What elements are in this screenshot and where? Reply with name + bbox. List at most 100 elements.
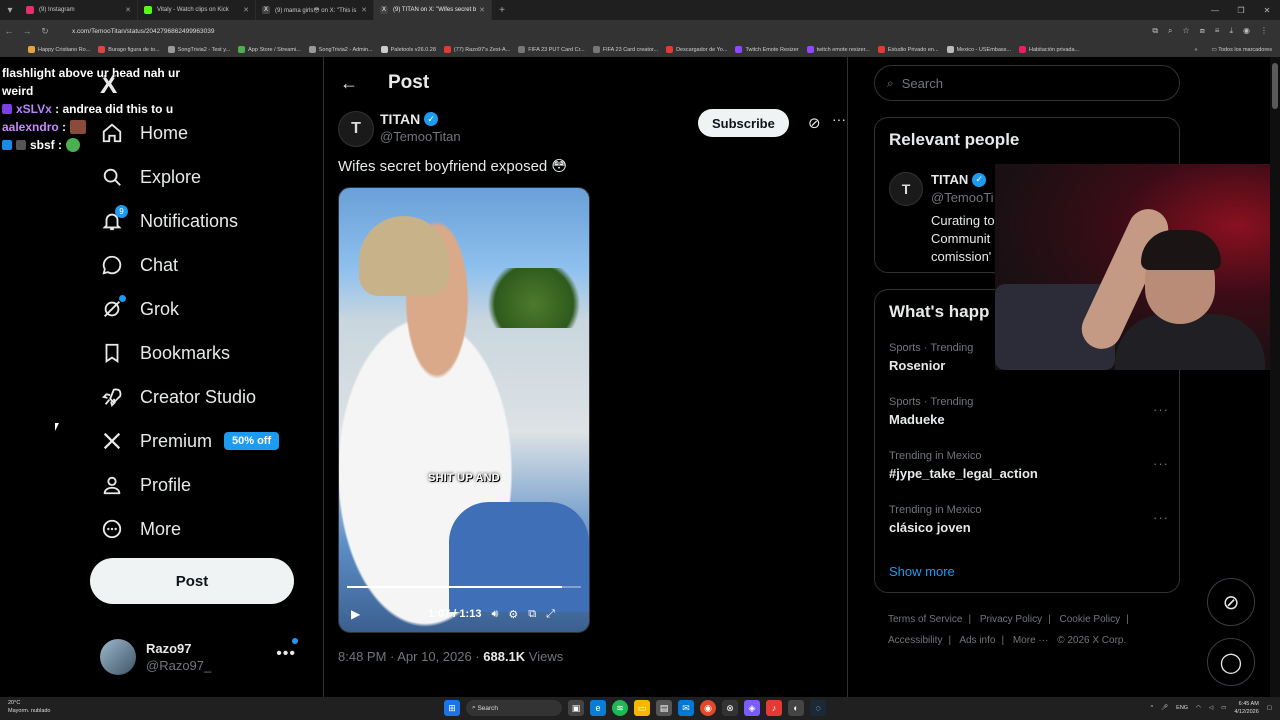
xbox-icon[interactable]: ⊗ <box>722 700 738 716</box>
fullscreen-icon[interactable]: ⤢ <box>546 608 555 621</box>
wifi-icon[interactable]: ◠ <box>1196 705 1201 711</box>
app-icon[interactable]: ◈ <box>744 700 760 716</box>
download-icon[interactable]: ⤓ <box>1229 26 1233 36</box>
start-icon[interactable]: ⊞ <box>444 700 460 716</box>
task-view-icon[interactable]: ▣ <box>568 700 584 716</box>
scrollbar-thumb[interactable] <box>1272 63 1278 109</box>
author-handle[interactable]: @TemooTitan <box>380 129 461 144</box>
bookmark-item[interactable]: Paletools v26.0.28 <box>380 46 436 53</box>
minimize-icon[interactable]: — <box>1202 0 1228 20</box>
footer-link-more[interactable]: More ··· <box>1013 635 1049 646</box>
nav-item-grok[interactable]: Grok <box>100 291 179 327</box>
page-scrollbar[interactable] <box>1270 57 1280 697</box>
bookmark-item[interactable]: (77) Razo97's Zest-A... <box>443 46 510 53</box>
steam-icon[interactable]: ◌ <box>810 700 826 716</box>
pip-icon[interactable]: ⧉ <box>528 608 536 621</box>
browser-tab[interactable]: X (9) mama girls😳 on X: "This is ✕ <box>256 0 374 20</box>
nav-item-notifications[interactable]: 9 Notifications <box>100 203 238 239</box>
bookmark-item[interactable]: App Store / Streami... <box>238 46 301 53</box>
tab-list-button[interactable]: ▾ <box>0 0 20 20</box>
bookmark-item[interactable]: SongTrivia2 - Admin... <box>308 46 373 53</box>
footer-link-terms[interactable]: Terms of Service <box>888 614 962 625</box>
bookmark-item[interactable]: twitch emote resizer... <box>806 46 870 53</box>
taskbar-search[interactable]: ⌕ Search <box>466 700 562 716</box>
edge-icon[interactable]: e <box>590 700 606 716</box>
store-icon[interactable]: ▤ <box>656 700 672 716</box>
kebab-menu-icon[interactable]: ⋮ <box>1260 26 1268 36</box>
trend-item[interactable]: Sports · Trending Madueke ··· <box>889 396 1169 427</box>
file-explorer-icon[interactable]: ▭ <box>634 700 650 716</box>
settings-gear-icon[interactable]: ⚙ <box>508 608 518 621</box>
spotify-icon[interactable]: ≋ <box>612 700 628 716</box>
all-bookmarks-folder[interactable]: ▭ Todos los marcadores <box>1212 47 1272 53</box>
browser-tab[interactable]: Vitaly - Watch clips on Kick ✕ <box>138 0 256 20</box>
close-icon[interactable]: ✕ <box>243 6 249 14</box>
close-window-icon[interactable]: ✕ <box>1254 0 1280 20</box>
bookmark-item[interactable]: Twitch Emote Resizer <box>735 46 799 53</box>
bookmarks-overflow-button[interactable]: » <box>1194 47 1197 53</box>
language-indicator[interactable]: ENG <box>1176 705 1188 711</box>
volume-icon[interactable]: ◁ <box>1209 705 1213 711</box>
trend-item[interactable]: Trending in Mexico #jype_take_legal_acti… <box>889 450 1169 481</box>
account-switcher[interactable]: Razo97 @Razo97_ ••• <box>100 635 310 679</box>
nav-item-bookmarks[interactable]: Bookmarks <box>100 335 230 371</box>
bookmark-item[interactable]: Happy Cristiano Ro... <box>28 46 90 53</box>
reload-icon[interactable]: ↻ <box>36 26 54 37</box>
chrome-icon[interactable]: ◉ <box>700 700 716 716</box>
post-timestamp[interactable]: 8:48 PM · Apr 10, 2026 · <box>338 649 483 664</box>
nav-item-premium[interactable]: Premium 50% off <box>100 423 280 459</box>
play-icon[interactable]: ▶ <box>351 607 360 621</box>
video-progress-bar[interactable] <box>347 586 581 588</box>
browser-tab[interactable]: (9) Instagram ✕ <box>20 0 138 20</box>
grok-icon[interactable]: ⊘ <box>808 114 821 132</box>
install-icon[interactable]: ⧉ <box>1152 26 1158 36</box>
url-field[interactable]: x.com/TemooTitan/status/2042796862499963… <box>72 28 1152 35</box>
close-icon[interactable]: ✕ <box>361 6 367 14</box>
bookmark-item[interactable]: Descargador de Yo... <box>666 46 727 53</box>
bookmark-item[interactable]: FIFA 23 PUT Card Cr... <box>518 46 585 53</box>
profile-icon[interactable]: ◉ <box>1243 26 1250 36</box>
mic-icon[interactable]: 🎤︎ <box>1161 705 1168 711</box>
messages-float-button[interactable]: ◯ <box>1207 638 1255 686</box>
author-name-row[interactable]: TITAN ✓ <box>380 111 439 127</box>
extensions-icon[interactable]: ⧈ <box>1200 26 1205 36</box>
star-icon[interactable]: ☆ <box>1183 26 1190 36</box>
back-icon[interactable]: ← <box>0 26 18 36</box>
show-more-link[interactable]: Show more <box>889 564 955 579</box>
post-button[interactable]: Post <box>90 558 294 604</box>
grok-float-button[interactable]: ⊘ <box>1207 578 1255 626</box>
account-more-icon[interactable]: ••• <box>276 645 296 663</box>
battery-icon[interactable]: ▭ <box>1221 705 1226 711</box>
bookmark-item[interactable]: Mexico - USEmbass... <box>946 46 1011 53</box>
maximize-icon[interactable]: ❐ <box>1228 0 1254 20</box>
video-player[interactable]: SHIT UP AND ▶ 1:07 / 1:13 🔊︎ ⚙ ⧉ ⤢ <box>338 187 590 633</box>
nav-item-creator-studio[interactable]: Creator Studio <box>100 379 256 415</box>
bookmark-item[interactable]: Estudio Privado en... <box>877 46 939 53</box>
volume-icon[interactable]: 🔊︎ <box>491 608 498 621</box>
nav-item-profile[interactable]: Profile <box>100 467 191 503</box>
nav-item-more[interactable]: More <box>100 511 181 547</box>
close-icon[interactable]: ✕ <box>479 6 485 14</box>
footer-link-cookies[interactable]: Cookie Policy <box>1060 614 1121 625</box>
discord-icon[interactable]: ◐ <box>788 700 804 716</box>
trend-item[interactable]: Trending in Mexico clásico joven ··· <box>889 504 1169 535</box>
taskbar-clock[interactable]: 6:45 AM 4/12/2026 <box>1234 700 1258 716</box>
zoom-icon[interactable]: ⌕ <box>1168 26 1172 36</box>
subscribe-button[interactable]: Subscribe <box>698 109 789 137</box>
browser-tab-active[interactable]: X (9) TITAN on X: "Wifes secret b ✕ <box>374 0 492 20</box>
bookmark-item[interactable]: Burago figura de to... <box>98 46 160 53</box>
bookmark-item[interactable]: Habitación privada... <box>1018 46 1079 53</box>
author-avatar[interactable]: T <box>338 111 374 147</box>
new-tab-button[interactable]: + <box>492 0 512 20</box>
more-options-icon[interactable]: ··· <box>832 111 846 127</box>
nav-item-explore[interactable]: Explore <box>100 159 201 195</box>
notifications-icon[interactable]: ▢ <box>1267 705 1272 711</box>
search-input[interactable]: ⌕ Search <box>874 65 1180 101</box>
footer-link-privacy[interactable]: Privacy Policy <box>980 614 1042 625</box>
trend-more-icon[interactable]: ··· <box>1153 510 1169 525</box>
bookmark-item[interactable]: FIFA 23 Card creator... <box>592 46 658 53</box>
tray-overflow-icon[interactable]: ^ <box>1151 705 1154 711</box>
close-icon[interactable]: ✕ <box>125 6 131 14</box>
footer-link-ads-info[interactable]: Ads info <box>959 635 995 646</box>
mail-icon[interactable]: ✉ <box>678 700 694 716</box>
